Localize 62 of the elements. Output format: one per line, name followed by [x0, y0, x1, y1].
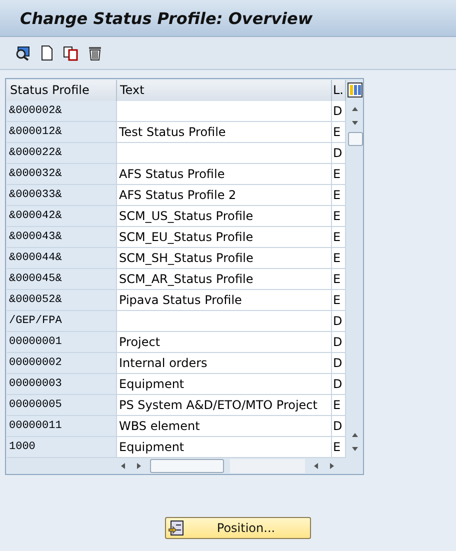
table-cell: SCM_AR_Status Profile [117, 269, 332, 290]
table-cell: D [332, 101, 346, 122]
table-cell: E [332, 269, 346, 290]
column-settings-icon[interactable] [347, 82, 363, 98]
table-cell: E [332, 290, 346, 311]
table-cell: D [332, 143, 346, 164]
table-cell: &000042& [7, 206, 117, 227]
table-cell: E [332, 395, 346, 416]
table-cell: &000043& [7, 227, 117, 248]
table-cell: E [332, 164, 346, 185]
trash-icon[interactable] [87, 45, 103, 61]
column-header[interactable]: Text [117, 80, 332, 101]
search-icon[interactable] [15, 45, 31, 61]
table-cell: Pipava Status Profile [117, 290, 332, 311]
copy-icon[interactable] [63, 45, 79, 61]
table-cell: E [332, 227, 346, 248]
table-cell: D [332, 353, 346, 374]
table-cell: &000002& [7, 101, 117, 122]
table-cell: /GEP/FPA [7, 311, 117, 332]
table-cell: 1000 [7, 437, 117, 458]
table-cell: &000033& [7, 185, 117, 206]
table-cell: 00000001 [7, 332, 117, 353]
position-button[interactable]: Position... [165, 517, 311, 539]
table-cell: &000012& [7, 122, 117, 143]
scroll-thumb[interactable] [150, 459, 224, 473]
table-cell: D [332, 416, 346, 437]
position-icon [168, 520, 184, 536]
table-cell: AFS Status Profile [117, 164, 332, 185]
column-header[interactable]: Status Profile [7, 80, 117, 101]
table-cell: E [332, 122, 346, 143]
table-cell: &000045& [7, 269, 117, 290]
table-cell: AFS Status Profile 2 [117, 185, 332, 206]
table-cell: E [332, 248, 346, 269]
table-cell: Equipment [117, 437, 332, 458]
table-cell: Project [117, 332, 332, 353]
scroll-track[interactable] [230, 459, 305, 473]
table-cell: 00000005 [7, 395, 117, 416]
table-cell: Equipment [117, 374, 332, 395]
table-cell: 00000011 [7, 416, 117, 437]
table-cell: SCM_EU_Status Profile [117, 227, 332, 248]
table-cell: E [332, 437, 346, 458]
table-cell: E [332, 185, 346, 206]
window-title: Change Status Profile: Overview [20, 8, 313, 28]
table-cell: E [332, 206, 346, 227]
column-header[interactable]: L. [332, 80, 346, 101]
table-cell: SCM_US_Status Profile [117, 206, 332, 227]
table-cell: 00000003 [7, 374, 117, 395]
table-cell: D [332, 311, 346, 332]
scroll-thumb[interactable] [348, 132, 362, 146]
table-cell: D [332, 332, 346, 353]
table-cell: &000022& [7, 143, 117, 164]
table-cell: &000052& [7, 290, 117, 311]
table-cell: D [332, 374, 346, 395]
table-cell: &000044& [7, 248, 117, 269]
table-cell: Test Status Profile [117, 122, 332, 143]
table-cell: WBS element [117, 416, 332, 437]
table-cell: SCM_SH_Status Profile [117, 248, 332, 269]
document-icon[interactable] [39, 45, 55, 61]
table-cell: &000032& [7, 164, 117, 185]
table-cell: Internal orders [117, 353, 332, 374]
table-cell: PS System A&D/ETO/MTO Project [117, 395, 332, 416]
table-cell: 00000002 [7, 353, 117, 374]
